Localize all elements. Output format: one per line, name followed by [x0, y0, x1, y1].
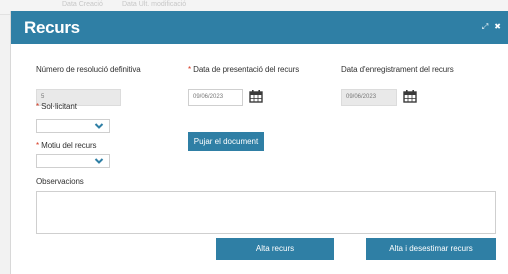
applicant-label-text: Sol·licitant	[41, 102, 77, 111]
required-mark: *	[188, 65, 192, 74]
recurs-dialog: Recurs ⤢ ✖ Número de resolució definitiva…	[10, 11, 508, 274]
submission-date-value: 09/06/2023	[193, 94, 224, 100]
observations-textarea[interactable]	[36, 191, 496, 234]
reason-label-text: Motiu del recurs	[41, 141, 97, 150]
submission-date-label: * Data de presentació del recurs	[188, 65, 299, 74]
registration-date-field: 09/06/2023	[341, 89, 397, 106]
dialog-title: Recurs	[24, 18, 80, 37]
dialog-header: Recurs ⤢ ✖	[11, 11, 508, 44]
resolution-number-value: 5	[41, 94, 45, 100]
required-mark: *	[36, 141, 40, 150]
reason-label: * Motiu del recurs	[36, 141, 97, 150]
background-hint-left: Data Creació	[62, 1, 103, 8]
required-mark: *	[36, 102, 40, 111]
calendar-icon[interactable]	[403, 89, 417, 103]
header-icons: ⤢ ✖	[476, 23, 501, 31]
applicant-select[interactable]	[36, 119, 110, 133]
registration-date-value: 09/06/2023	[346, 94, 377, 100]
submission-date-label-text: Data de presentació del recurs	[193, 65, 300, 74]
expand-icon[interactable]: ⤢	[482, 22, 488, 31]
reason-select[interactable]	[36, 154, 110, 168]
calendar-icon[interactable]	[249, 89, 263, 103]
chevron-down-icon	[94, 158, 104, 164]
chevron-down-icon	[94, 123, 104, 129]
register-dismiss-button[interactable]: Alta i desestimar recurs	[366, 238, 496, 260]
close-icon[interactable]: ✖	[494, 22, 501, 31]
registration-date-label: Data d'enregistrament del recurs	[341, 65, 454, 74]
upload-document-button[interactable]: Pujar el document	[188, 132, 264, 151]
observations-label: Observacions	[36, 177, 84, 186]
resolution-number-label: Número de resolució definitiva	[36, 65, 141, 74]
register-button[interactable]: Alta recurs	[216, 238, 334, 260]
applicant-label: * Sol·licitant	[36, 102, 77, 111]
submission-date-field[interactable]: 09/06/2023	[188, 89, 243, 106]
background-hint-right: Data Ult. modificació	[122, 1, 187, 8]
